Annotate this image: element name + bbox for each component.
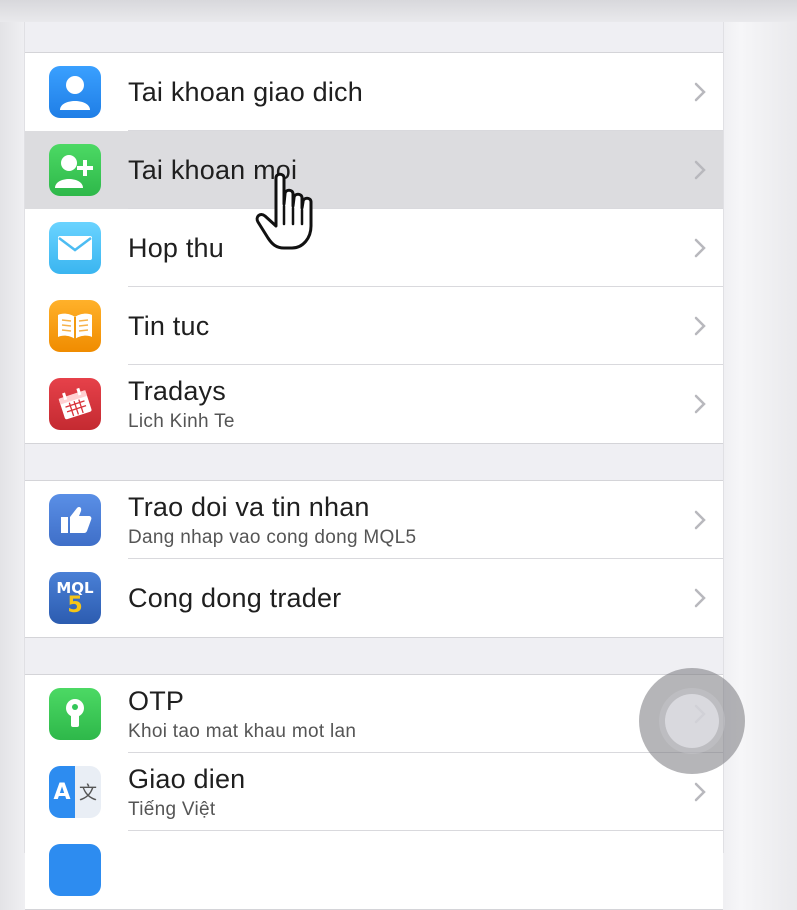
hand-pointer-icon xyxy=(252,170,322,252)
menu-item-title: Cong dong trader xyxy=(128,582,342,613)
menu-item-otp[interactable]: OTP Khoi tao mat khau mot lan xyxy=(25,675,723,753)
assistive-touch-inner xyxy=(665,694,719,748)
menu-item-tradays[interactable]: Tradays Lich Kinh Te xyxy=(25,365,723,443)
menu-item-title: Tradays xyxy=(128,375,226,406)
menu-item-subtitle: Khoi tao mat khau mot lan xyxy=(128,720,357,742)
menu-item-trader-community[interactable]: MQL 5 Cong dong trader xyxy=(25,559,723,637)
settings-group-community: Trao doi va tin nhan Dang nhap vao cong … xyxy=(25,481,723,638)
assistive-touch-button[interactable] xyxy=(639,668,745,774)
menu-item-title: Tai khoan giao dich xyxy=(128,76,363,107)
language-icon-cjk: 文 xyxy=(79,783,97,804)
menu-item-title: Tai khoan moi xyxy=(128,154,298,185)
section-gap xyxy=(25,638,723,675)
chevron-right-icon xyxy=(685,587,715,609)
chevron-right-icon xyxy=(685,509,715,531)
chevron-right-icon xyxy=(685,237,715,259)
user-icon xyxy=(49,66,101,118)
menu-item-title: Tin tuc xyxy=(128,310,210,341)
mql5-icon: MQL 5 xyxy=(49,572,101,624)
menu-item-mailbox[interactable]: Hop thu xyxy=(25,209,723,287)
menu-item-title: OTP xyxy=(128,685,185,716)
book-icon xyxy=(49,300,101,352)
menu-item-partial[interactable] xyxy=(25,831,723,909)
chevron-right-icon xyxy=(685,159,715,181)
chevron-right-icon xyxy=(685,781,715,803)
chevron-right-icon xyxy=(685,81,715,103)
menu-item-title: Hop thu xyxy=(128,232,224,263)
calendar-icon xyxy=(49,378,101,430)
settings-panel: Tai khoan giao dich Tai khoan moi Hop th… xyxy=(24,22,724,910)
menu-item-new-account[interactable]: Tai khoan moi xyxy=(25,131,723,209)
settings-group-accounts: Tai khoan giao dich Tai khoan moi Hop th… xyxy=(25,53,723,444)
menu-item-trading-accounts[interactable]: Tai khoan giao dich xyxy=(25,53,723,131)
mql5-icon-text-bottom: 5 xyxy=(67,592,83,618)
mail-icon xyxy=(49,222,101,274)
app-icon xyxy=(49,844,101,896)
settings-group-security: OTP Khoi tao mat khau mot lan A 文 Giao d… xyxy=(25,675,723,910)
menu-item-subtitle: Tiếng Việt xyxy=(128,798,216,820)
section-gap xyxy=(25,22,723,53)
chevron-right-icon xyxy=(685,315,715,337)
lock-icon xyxy=(49,688,101,740)
language-icon: A 文 xyxy=(49,766,101,818)
add-user-icon xyxy=(49,144,101,196)
menu-item-interface[interactable]: A 文 Giao dien Tiếng Việt xyxy=(25,753,723,831)
top-bar xyxy=(0,0,797,22)
menu-item-title: Trao doi va tin nhan xyxy=(128,491,370,522)
chevron-right-icon xyxy=(685,393,715,415)
menu-item-news[interactable]: Tin tuc xyxy=(25,287,723,365)
menu-item-messages[interactable]: Trao doi va tin nhan Dang nhap vao cong … xyxy=(25,481,723,559)
menu-item-subtitle: Dang nhap vao cong dong MQL5 xyxy=(128,526,417,548)
language-icon-latin: A xyxy=(53,779,71,805)
section-gap xyxy=(25,444,723,481)
menu-item-title: Giao dien xyxy=(128,763,246,794)
menu-item-subtitle: Lich Kinh Te xyxy=(128,410,235,432)
thumb-icon xyxy=(49,494,101,546)
